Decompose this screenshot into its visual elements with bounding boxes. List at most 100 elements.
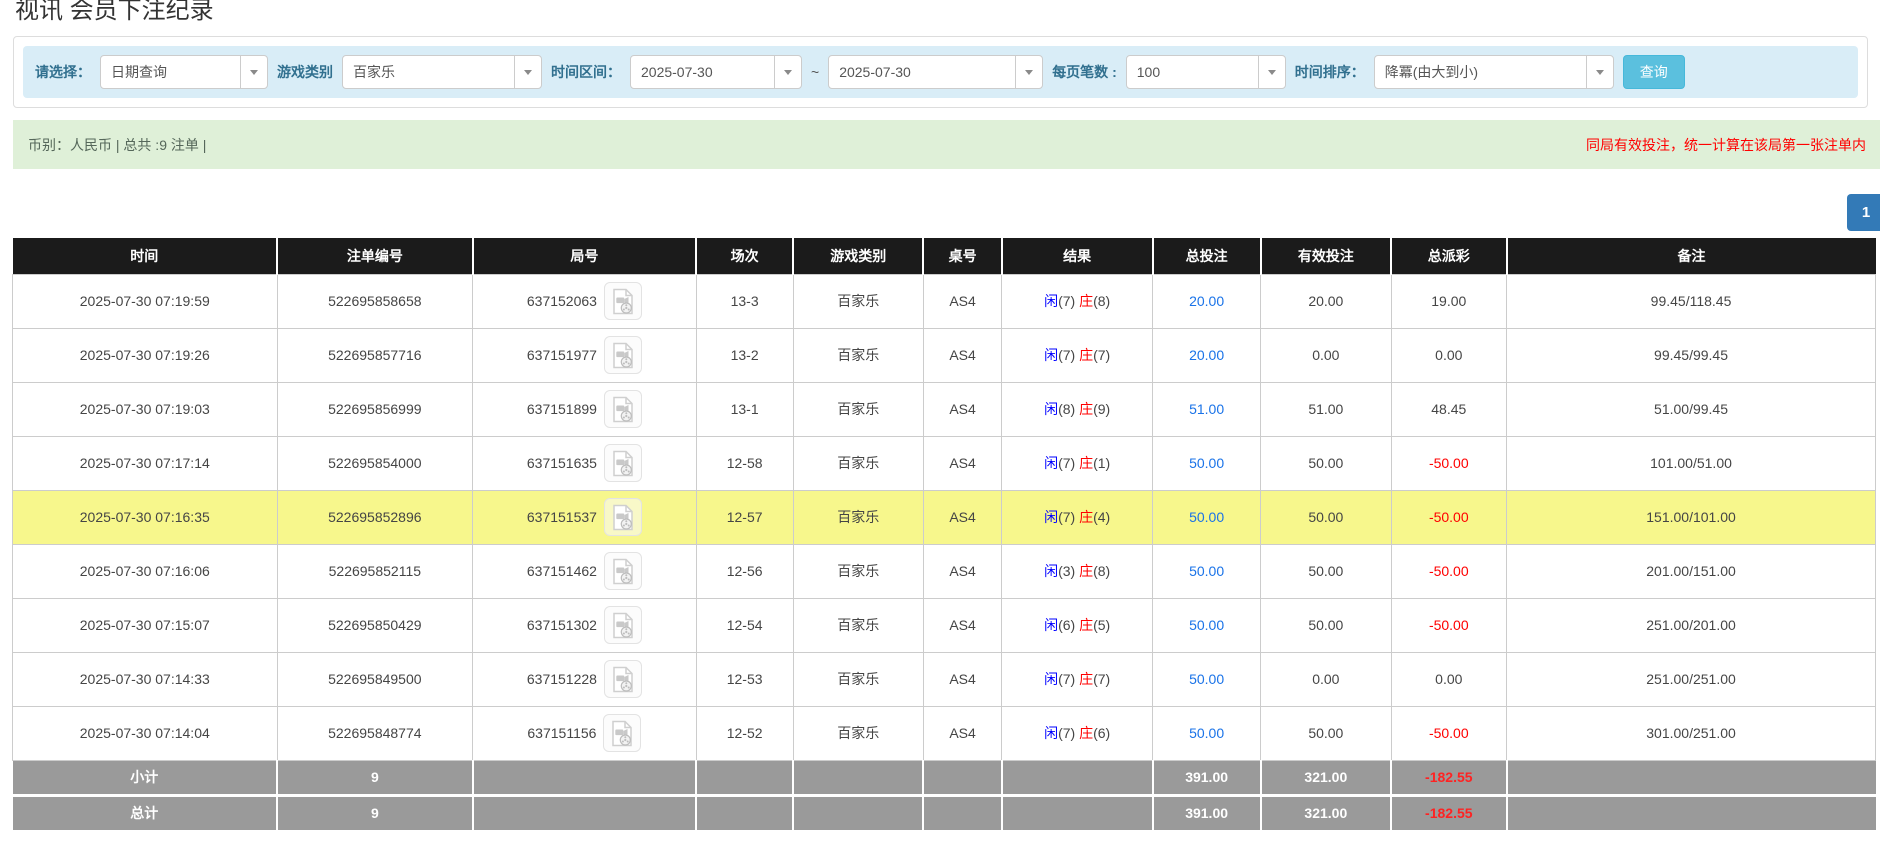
column-header: 局号	[472, 238, 698, 274]
game-type-select[interactable]: 百家乐	[342, 55, 542, 89]
video-replay-button[interactable]	[603, 498, 642, 536]
cell-table-no: AS4	[922, 705, 1003, 761]
total-bet-link[interactable]: 50.00	[1189, 455, 1224, 471]
date-range-label: 时间区间：	[551, 64, 621, 80]
video-replay-button[interactable]	[603, 606, 642, 644]
video-replay-button[interactable]	[603, 660, 642, 698]
cell-session: 13-1	[695, 381, 794, 437]
result-banker-label: 庄	[1079, 563, 1094, 579]
summary-bar: 币别：人民币 | 总共 :9 注单 | 同局有效投注，统一计算在该局第一张注单内	[13, 120, 1880, 169]
total-bet-link[interactable]: 50.00	[1189, 671, 1224, 687]
result-player-score: (7)	[1058, 455, 1080, 471]
video-replay-button[interactable]	[603, 390, 642, 428]
video-replay-button[interactable]	[603, 282, 642, 320]
query-type-select[interactable]: 日期查询	[100, 55, 268, 89]
search-button[interactable]: 查询	[1622, 55, 1685, 89]
cell-bet-id: 522695857716	[276, 327, 474, 383]
cell-game-type: 百家乐	[792, 273, 924, 329]
result-player-label: 闲	[1044, 401, 1059, 417]
cell-total-bet: 20.00	[1152, 327, 1262, 383]
date-to-value: 2025-07-30	[839, 64, 911, 80]
table-row: 2025-07-30 07:15:07 522695850429 637151302…	[12, 597, 1876, 653]
video-file-icon	[613, 558, 633, 584]
result-banker-score: (7)	[1093, 347, 1111, 363]
column-header: 总投注	[1152, 238, 1262, 274]
result-banker-score: (8)	[1093, 563, 1111, 579]
footer-session	[696, 760, 795, 795]
cell-remark: 51.00/99.45	[1506, 381, 1876, 437]
cell-payout: -50.00	[1390, 435, 1508, 491]
video-file-icon	[613, 504, 633, 530]
page-button-1[interactable]: 1	[1847, 194, 1880, 231]
column-header: 时间	[12, 238, 279, 274]
footer-total-bet: 391.00	[1152, 760, 1262, 795]
cell-time: 2025-07-30 07:14:04	[12, 705, 278, 761]
pagination: 1	[0, 194, 1880, 231]
footer-valid-bet: 321.00	[1260, 793, 1393, 830]
cell-remark: 151.00/101.00	[1506, 489, 1876, 545]
cell-time: 2025-07-30 07:16:35	[12, 489, 278, 545]
cell-round-id: 637152063	[472, 273, 697, 329]
total-bet-link[interactable]: 50.00	[1189, 563, 1224, 579]
cell-result: 闲(3) 庄(8)	[1001, 543, 1154, 599]
chevron-down-icon	[240, 56, 267, 88]
column-header: 游戏类别	[793, 238, 925, 274]
cell-total-bet: 50.00	[1152, 435, 1262, 491]
video-file-icon	[613, 396, 633, 422]
cell-round-id: 637151977	[472, 327, 697, 383]
footer-game	[793, 760, 925, 795]
footer-total-bet: 391.00	[1152, 793, 1262, 830]
cell-bet-id: 522695852896	[276, 489, 474, 545]
result-banker-label: 庄	[1079, 455, 1094, 471]
footer-remark	[1506, 793, 1876, 830]
video-replay-button[interactable]	[603, 444, 642, 482]
footer-remark	[1506, 760, 1876, 795]
round-id-text: 637151899	[526, 401, 597, 417]
sort-label: 时间排序：	[1294, 64, 1365, 80]
round-id-text: 637151537	[526, 509, 597, 525]
footer-game	[793, 793, 925, 830]
video-replay-button[interactable]	[603, 336, 642, 374]
video-replay-button[interactable]	[603, 552, 642, 590]
cell-session: 13-3	[695, 273, 794, 329]
cell-round-id: 637151156	[472, 705, 697, 761]
total-bet-link[interactable]: 50.00	[1189, 617, 1224, 633]
round-id-text: 637151462	[526, 563, 597, 579]
total-bet-link[interactable]: 50.00	[1189, 509, 1224, 525]
cell-bet-id: 522695856999	[276, 381, 474, 437]
result-banker-score: (1)	[1093, 455, 1111, 471]
column-header: 桌号	[923, 238, 1003, 274]
table-body: 2025-07-30 07:19:59 522695858658 637152063…	[12, 273, 1876, 761]
cell-time: 2025-07-30 07:17:14	[12, 435, 278, 491]
cell-session: 12-58	[695, 435, 794, 491]
cell-bet-id: 522695858658	[276, 273, 474, 329]
date-from-select[interactable]: 2025-07-30	[630, 55, 802, 89]
total-bet-link[interactable]: 50.00	[1189, 725, 1224, 741]
total-bet-link[interactable]: 20.00	[1189, 347, 1224, 363]
cell-bet-id: 522695850429	[276, 597, 474, 653]
chevron-down-icon	[514, 56, 541, 88]
cell-valid-bet: 50.00	[1260, 543, 1392, 599]
cell-remark: 251.00/201.00	[1506, 597, 1876, 653]
cell-time: 2025-07-30 07:19:26	[12, 327, 278, 383]
cell-table-no: AS4	[922, 435, 1003, 491]
result-player-label: 闲	[1044, 455, 1059, 471]
total-bet-link[interactable]: 20.00	[1189, 293, 1224, 309]
footer-round	[472, 793, 698, 830]
cell-remark: 251.00/251.00	[1506, 651, 1876, 707]
table-row: 2025-07-30 07:19:03 522695856999 637151899…	[12, 381, 1876, 437]
cell-time: 2025-07-30 07:14:33	[12, 651, 278, 707]
table-footer: 小计 9 391.00 321.00 -182.55 总计 9 391.00 321.00 -18…	[12, 760, 1876, 830]
footer-payout: -182.55	[1391, 793, 1508, 830]
page-size-select[interactable]: 100	[1125, 55, 1286, 89]
round-id-text: 637151977	[526, 347, 597, 363]
sort-select[interactable]: 降冪(由大到小)	[1373, 55, 1614, 89]
date-to-select[interactable]: 2025-07-30	[828, 55, 1044, 89]
video-replay-button[interactable]	[603, 714, 642, 752]
chevron-down-icon	[1015, 56, 1042, 88]
cell-total-bet: 51.00	[1152, 381, 1262, 437]
total-bet-link[interactable]: 51.00	[1189, 401, 1224, 417]
date-from-value: 2025-07-30	[641, 64, 713, 80]
result-banker-label: 庄	[1079, 401, 1094, 417]
result-player-label: 闲	[1044, 347, 1059, 363]
